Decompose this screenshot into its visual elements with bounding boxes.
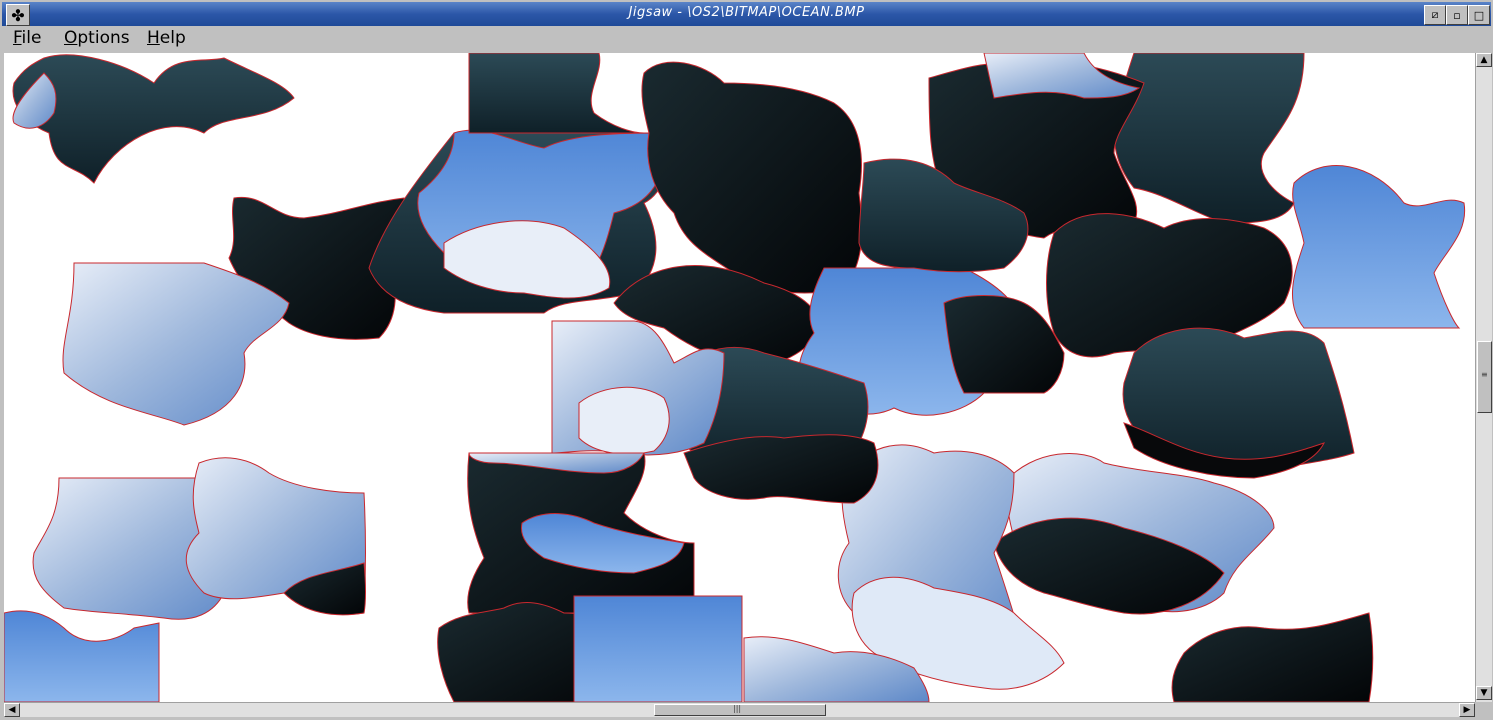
horizontal-scroll-thumb[interactable]: ||| <box>654 704 826 716</box>
puzzle-piece <box>468 53 645 134</box>
horizontal-scrollbar[interactable]: ◀ ||| ▶ <box>4 702 1475 717</box>
puzzle-piece <box>12 54 295 184</box>
minimize-icon: ▫ <box>1453 8 1461 22</box>
puzzle-piece <box>4 610 160 702</box>
maximize-icon: □ <box>1473 8 1485 22</box>
arrow-down-icon: ▼ <box>1480 688 1488 698</box>
puzzle-piece <box>573 595 743 702</box>
puzzle-piece <box>62 262 290 426</box>
maximize-button[interactable]: □ <box>1468 5 1490 25</box>
scroll-up-button[interactable]: ▲ <box>1476 53 1492 67</box>
minimize-button[interactable]: ▫ <box>1446 5 1468 25</box>
restore-button[interactable]: ⧄ <box>1424 5 1446 25</box>
scroll-left-button[interactable]: ◀ <box>4 703 20 717</box>
menu-help[interactable]: Help <box>147 28 186 48</box>
grip-icon: ||| <box>733 704 742 713</box>
arrow-up-icon: ▲ <box>1480 55 1488 65</box>
vertical-scroll-thumb[interactable]: ≡ <box>1477 341 1492 413</box>
size-grip <box>1475 702 1491 718</box>
puzzle-piece <box>641 61 863 294</box>
scroll-right-button[interactable]: ▶ <box>1459 703 1475 717</box>
scroll-down-button[interactable]: ▼ <box>1476 686 1492 700</box>
puzzle-piece <box>1171 612 1374 702</box>
menu-file[interactable]: File <box>13 28 41 48</box>
puzzle-piece <box>578 386 670 455</box>
puzzle-board <box>4 53 1466 702</box>
arrow-left-icon: ◀ <box>8 705 16 715</box>
puzzle-piece <box>683 434 879 504</box>
puzzle-canvas[interactable] <box>4 53 1475 702</box>
vertical-scrollbar[interactable]: ▲ ≡ ▼ <box>1475 53 1492 702</box>
puzzle-piece <box>1291 165 1466 329</box>
jigsaw-window: ✤ Jigsaw - \OS2\BITMAP\OCEAN.BMP ⧄ ▫ □ F… <box>0 0 1493 720</box>
restore-icon: ⧄ <box>1431 8 1439 21</box>
puzzle-piece <box>1113 53 1305 224</box>
arrow-right-icon: ▶ <box>1463 705 1471 715</box>
menu-options[interactable]: Options <box>64 28 130 48</box>
title-bar[interactable]: ✤ Jigsaw - \OS2\BITMAP\OCEAN.BMP ⧄ ▫ □ <box>2 2 1491 26</box>
menu-bar: File Options Help <box>2 27 1491 51</box>
window-title: Jigsaw - \OS2\BITMAP\OCEAN.BMP <box>628 5 865 20</box>
grip-icon: ≡ <box>1481 370 1488 379</box>
puzzle-piece <box>943 295 1065 394</box>
